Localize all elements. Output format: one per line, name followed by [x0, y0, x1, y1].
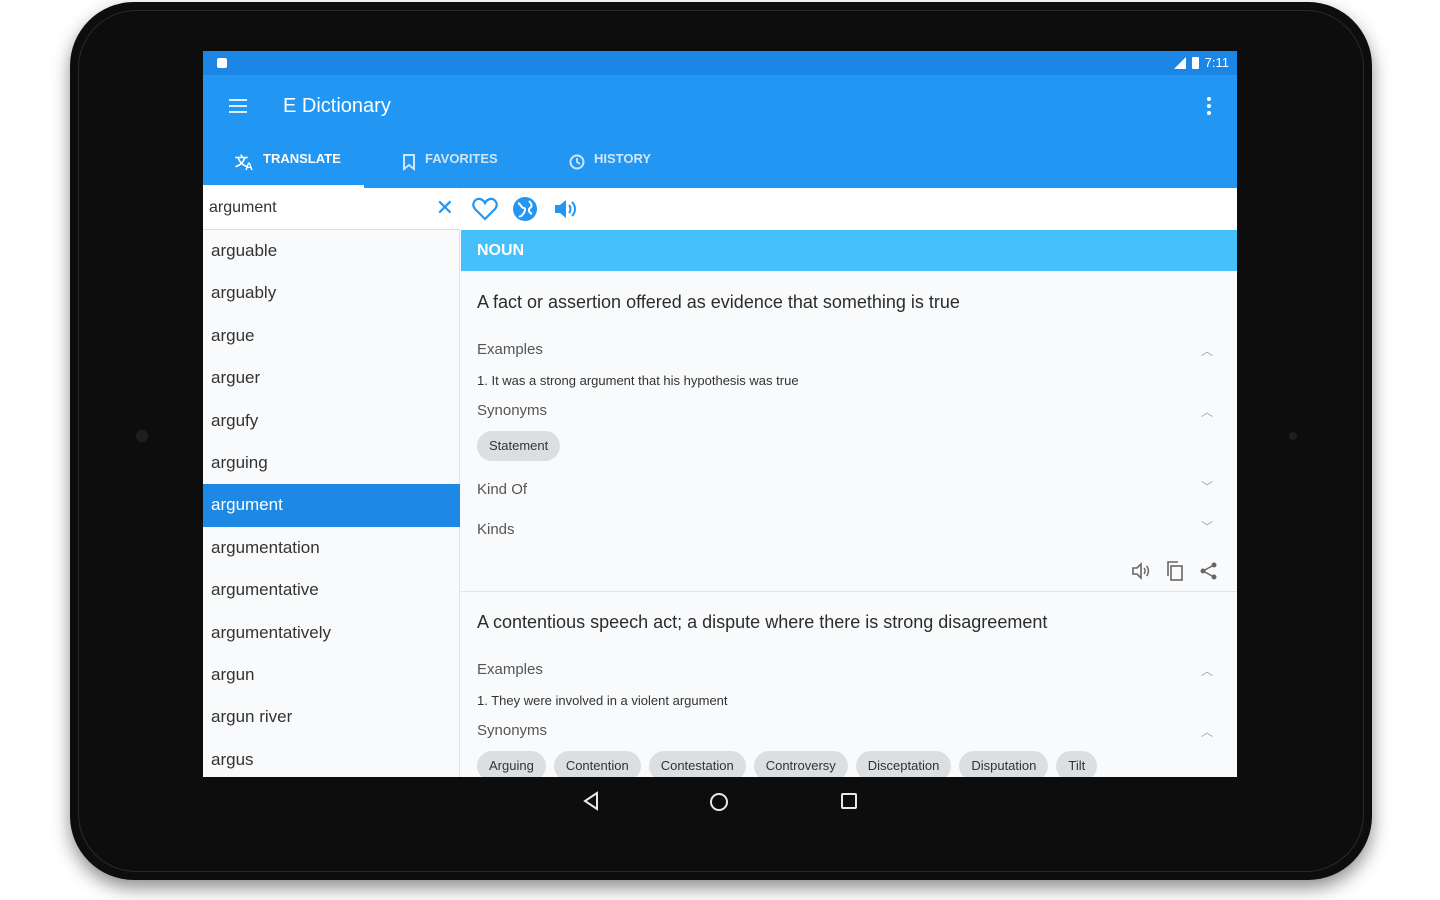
speaker-icon[interactable]	[551, 195, 579, 223]
notification-icon	[217, 58, 227, 68]
recents-icon[interactable]	[839, 791, 859, 811]
battery-icon	[1191, 56, 1199, 69]
search-row: ✕	[203, 188, 460, 230]
list-item[interactable]: argufy	[203, 400, 460, 442]
close-icon[interactable]: ✕	[436, 197, 454, 219]
system-nav-bar	[203, 777, 1237, 827]
example-text: 1. They were involved in a violent argum…	[477, 693, 728, 708]
synonyms-label[interactable]: Synonyms	[477, 722, 547, 739]
tab-favorites[interactable]: FAVORITES	[401, 151, 498, 188]
list-item[interactable]: arguer	[203, 357, 460, 399]
synonym-chips: Statement	[477, 431, 561, 461]
part-of-speech-header: NOUN	[461, 230, 1237, 271]
synonym-chip[interactable]: Disceptation	[855, 751, 952, 777]
synonym-chip[interactable]: Contention	[553, 751, 641, 777]
history-icon	[569, 154, 585, 170]
synonym-chip[interactable]: Tilt	[1056, 751, 1098, 777]
translate-icon: 文 A	[235, 154, 253, 171]
status-bar: 7:11	[203, 51, 1237, 75]
list-item[interactable]: argun river	[203, 696, 460, 738]
chevron-down-icon[interactable]: ﹀	[1201, 518, 1213, 535]
status-time: 7:11	[1204, 55, 1229, 70]
chevron-up-icon[interactable]: ︿	[1201, 723, 1213, 740]
definition-pane: NOUN A fact or assertion offered as evid…	[461, 188, 1237, 777]
status-indicators: 7:11	[1173, 55, 1229, 70]
word-list-pane: ✕ arguable arguably argue arguer argufy …	[203, 188, 460, 777]
sense-divider	[461, 591, 1237, 592]
app-screen: 7:11 E Dictionary 文 A TRANSLATE FAVORITE…	[203, 51, 1237, 777]
chevron-up-icon[interactable]: ︿	[1201, 403, 1213, 420]
bookmark-icon	[403, 154, 415, 171]
app-title: E Dictionary	[283, 95, 391, 117]
tab-translate-label: TRANSLATE	[263, 151, 341, 166]
tab-history[interactable]: HISTORY	[568, 151, 651, 188]
kind-of-label[interactable]: Kind Of	[477, 481, 527, 498]
list-item[interactable]: argus	[203, 739, 460, 777]
list-item-selected[interactable]: argument	[203, 484, 460, 527]
svg-text:A: A	[245, 161, 253, 171]
definition-text: A contentious speech act; a dispute wher…	[477, 612, 1048, 632]
chevron-up-icon[interactable]: ︿	[1201, 342, 1213, 359]
synonyms-label[interactable]: Synonyms	[477, 402, 547, 419]
kinds-label[interactable]: Kinds	[477, 521, 515, 538]
search-input[interactable]	[207, 198, 431, 218]
examples-label[interactable]: Examples	[477, 661, 543, 678]
definition-tools	[1131, 560, 1219, 582]
heart-icon[interactable]	[471, 195, 499, 223]
list-item[interactable]: argumentation	[203, 527, 460, 569]
list-item[interactable]: argue	[203, 315, 460, 357]
list-item[interactable]: argumentative	[203, 569, 460, 611]
speaker-icon[interactable]	[1131, 561, 1151, 581]
synonym-chip[interactable]: Arguing	[477, 751, 546, 777]
tab-translate[interactable]: 文 A TRANSLATE	[235, 151, 341, 188]
list-item[interactable]: arguably	[203, 272, 460, 314]
example-text: 1. It was a strong argument that his hyp…	[477, 373, 799, 388]
synonym-chip[interactable]: Disputation	[959, 751, 1049, 777]
word-list: arguable arguably argue arguer argufy ar…	[203, 230, 460, 777]
tab-history-label: HISTORY	[594, 151, 652, 166]
examples-label[interactable]: Examples	[477, 341, 543, 358]
signal-icon	[1173, 56, 1186, 69]
chevron-down-icon[interactable]: ﹀	[1201, 478, 1213, 495]
home-icon[interactable]	[708, 791, 730, 813]
tablet-sensor	[1289, 432, 1297, 440]
app-bar: E Dictionary 文 A TRANSLATE FAVORITES HIS…	[203, 75, 1237, 188]
copy-icon[interactable]	[1165, 560, 1185, 582]
back-icon[interactable]	[581, 791, 601, 811]
hamburger-menu-icon[interactable]	[229, 99, 247, 113]
tablet-camera	[136, 430, 148, 442]
tab-favorites-label: FAVORITES	[425, 151, 498, 166]
chevron-up-icon[interactable]: ︿	[1201, 662, 1213, 679]
synonym-chip[interactable]: Controversy	[753, 751, 848, 777]
globe-icon[interactable]	[511, 195, 539, 223]
synonym-chips: Arguing Contention Contestation Controve…	[477, 751, 1098, 777]
synonym-chip[interactable]: Contestation	[648, 751, 746, 777]
share-icon[interactable]	[1199, 561, 1219, 581]
list-item[interactable]: arguing	[203, 442, 460, 484]
synonym-chip[interactable]: Statement	[477, 431, 561, 461]
action-row	[461, 188, 1237, 230]
overflow-menu-icon[interactable]	[1207, 97, 1211, 118]
definition-text: A fact or assertion offered as evidence …	[477, 292, 960, 312]
list-item[interactable]: arguable	[203, 230, 460, 272]
list-item[interactable]: argun	[203, 654, 460, 696]
list-item[interactable]: argumentatively	[203, 612, 460, 654]
